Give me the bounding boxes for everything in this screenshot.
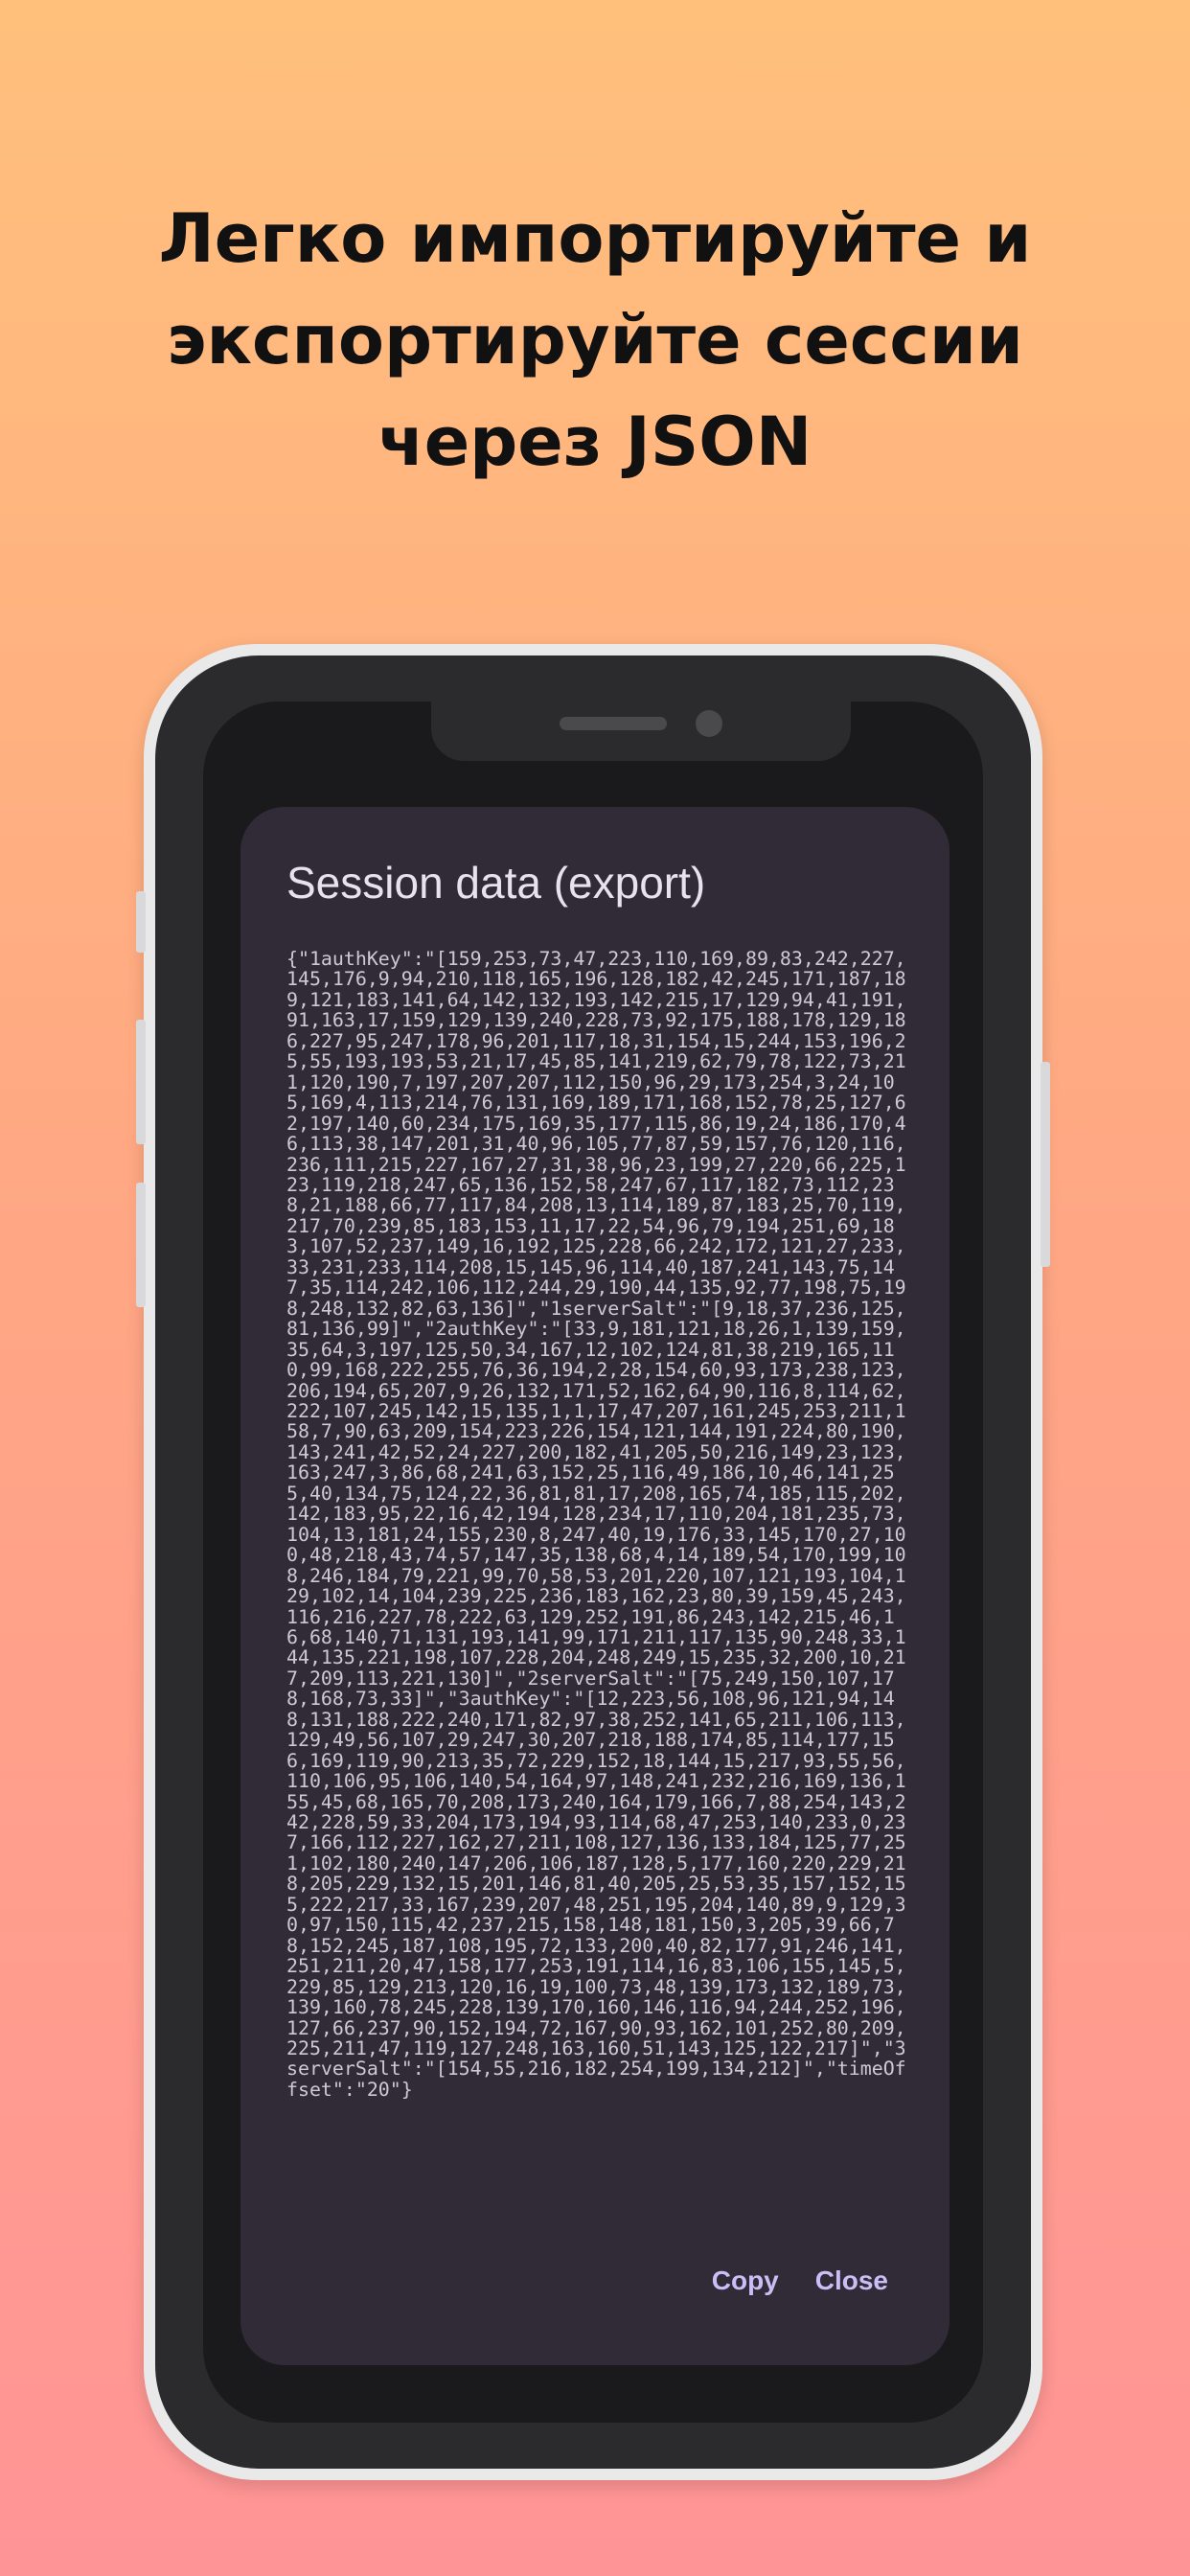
headline-line-3: через JSON: [378, 402, 812, 481]
headline-line-2: экспортируйте сессии: [167, 301, 1023, 380]
phone-volume-up-button: [136, 1020, 146, 1144]
dialog-actions: Copy Close: [712, 2266, 888, 2296]
speaker-grille: [560, 717, 667, 730]
session-export-dialog: Session data (export) {"1authKey":"[159,…: [240, 807, 950, 2365]
phone-notch: [431, 702, 851, 761]
phone-volume-down-button: [136, 1183, 146, 1307]
headline-line-1: Легко импортируйте и: [158, 199, 1032, 278]
dialog-title: Session data (export): [286, 858, 706, 908]
headline: Легко импортируйте и экспортируйте сесси…: [0, 188, 1190, 493]
phone-power-button: [1041, 1062, 1050, 1267]
session-json-text: {"1authKey":"[159,253,73,47,223,110,169,…: [286, 948, 906, 2101]
close-button[interactable]: Close: [815, 2266, 888, 2296]
phone-silent-switch: [136, 891, 146, 953]
copy-button[interactable]: Copy: [712, 2266, 779, 2296]
front-camera: [696, 710, 722, 737]
